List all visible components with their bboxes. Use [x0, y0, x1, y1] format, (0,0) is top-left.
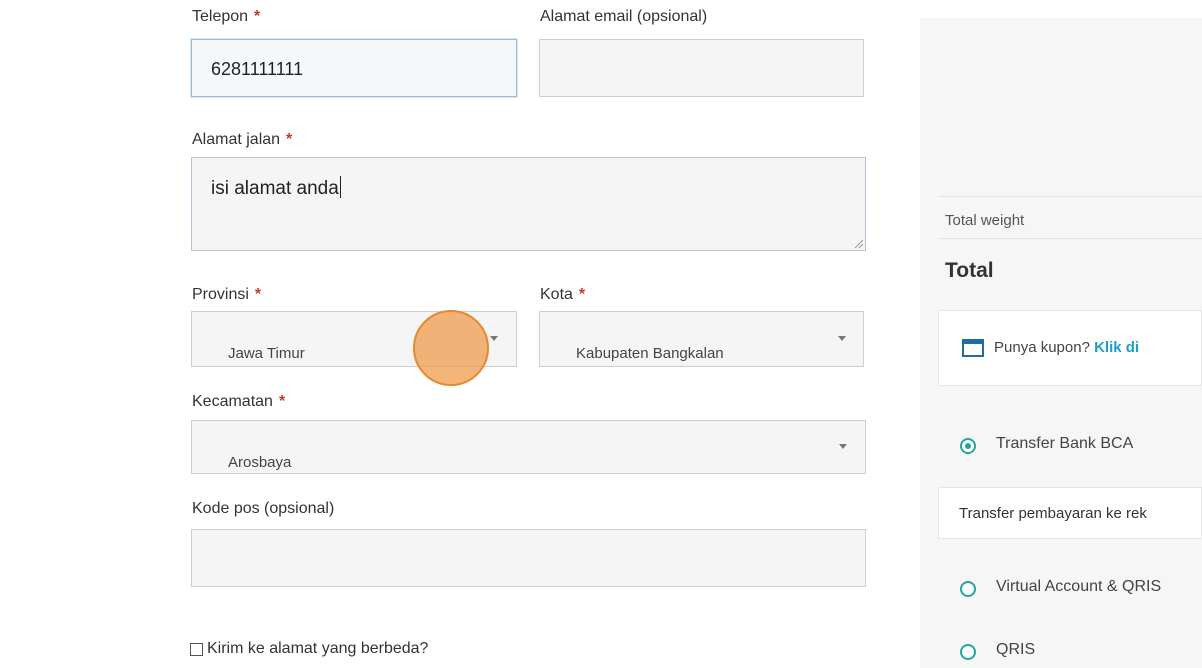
kota-select[interactable]: Kabupaten Bangkalan: [539, 311, 864, 367]
payment-radio-va-qris[interactable]: [960, 581, 976, 597]
kota-label: Kota *: [540, 286, 586, 303]
order-summary: Total weight Total Punya kupon? Klik di …: [920, 18, 1202, 668]
ship-different-checkbox[interactable]: [190, 642, 203, 656]
payment-radio-bca[interactable]: [960, 438, 976, 454]
payment-label-qris: QRIS: [996, 641, 1036, 658]
telepon-label: Telepon *: [192, 8, 261, 25]
email-label: Alamat email (opsional): [540, 8, 708, 25]
ship-different-label: Kirim ke alamat yang berbeda?: [207, 640, 429, 657]
chevron-down-icon: [838, 336, 846, 341]
kecamatan-value: Arosbaya: [228, 454, 292, 471]
email-input[interactable]: [539, 39, 864, 97]
alamat-label: Alamat jalan *: [192, 131, 293, 148]
kodepos-input[interactable]: [191, 529, 866, 587]
click-indicator: [413, 310, 489, 386]
payment-label-va-qris: Virtual Account & QRIS: [996, 578, 1162, 595]
chevron-down-icon: [490, 336, 498, 341]
billing-form: Telepon * 6281111111 Alamat email (opsion…: [0, 0, 920, 668]
total-weight-label: Total weight: [945, 212, 1025, 229]
kecamatan-label: Kecamatan *: [192, 393, 286, 410]
ship-different-checkbox-row[interactable]: Kirim ke alamat yang berbeda?: [190, 640, 428, 658]
alamat-value: isi alamat anda: [211, 176, 341, 199]
calendar-icon: [962, 339, 984, 357]
telepon-input[interactable]: 6281111111: [191, 39, 517, 97]
coupon-link[interactable]: Klik di: [1094, 339, 1139, 356]
kota-value: Kabupaten Bangkalan: [576, 345, 724, 362]
payment-radio-qris[interactable]: [960, 644, 976, 660]
resize-grip-icon[interactable]: [853, 238, 863, 248]
provinsi-label: Provinsi *: [192, 286, 262, 303]
coupon-text: Punya kupon? Klik di: [994, 339, 1140, 356]
total-label: Total: [945, 259, 994, 282]
divider: [938, 196, 1202, 197]
coupon-box: Punya kupon? Klik di: [938, 310, 1202, 386]
bca-description: Transfer pembayaran ke rek: [959, 505, 1147, 522]
payment-label-bca: Transfer Bank BCA: [996, 435, 1134, 452]
text-cursor: [339, 176, 341, 198]
kecamatan-select[interactable]: Arosbaya: [191, 420, 866, 474]
bca-description-box: Transfer pembayaran ke rek: [938, 487, 1202, 539]
divider: [938, 238, 1202, 239]
alamat-textarea[interactable]: isi alamat anda: [191, 157, 866, 251]
telepon-value: 6281111111: [211, 59, 304, 79]
provinsi-value: Jawa Timur: [228, 345, 305, 362]
kodepos-label: Kode pos (opsional): [192, 500, 335, 517]
chevron-down-icon: [839, 444, 847, 449]
